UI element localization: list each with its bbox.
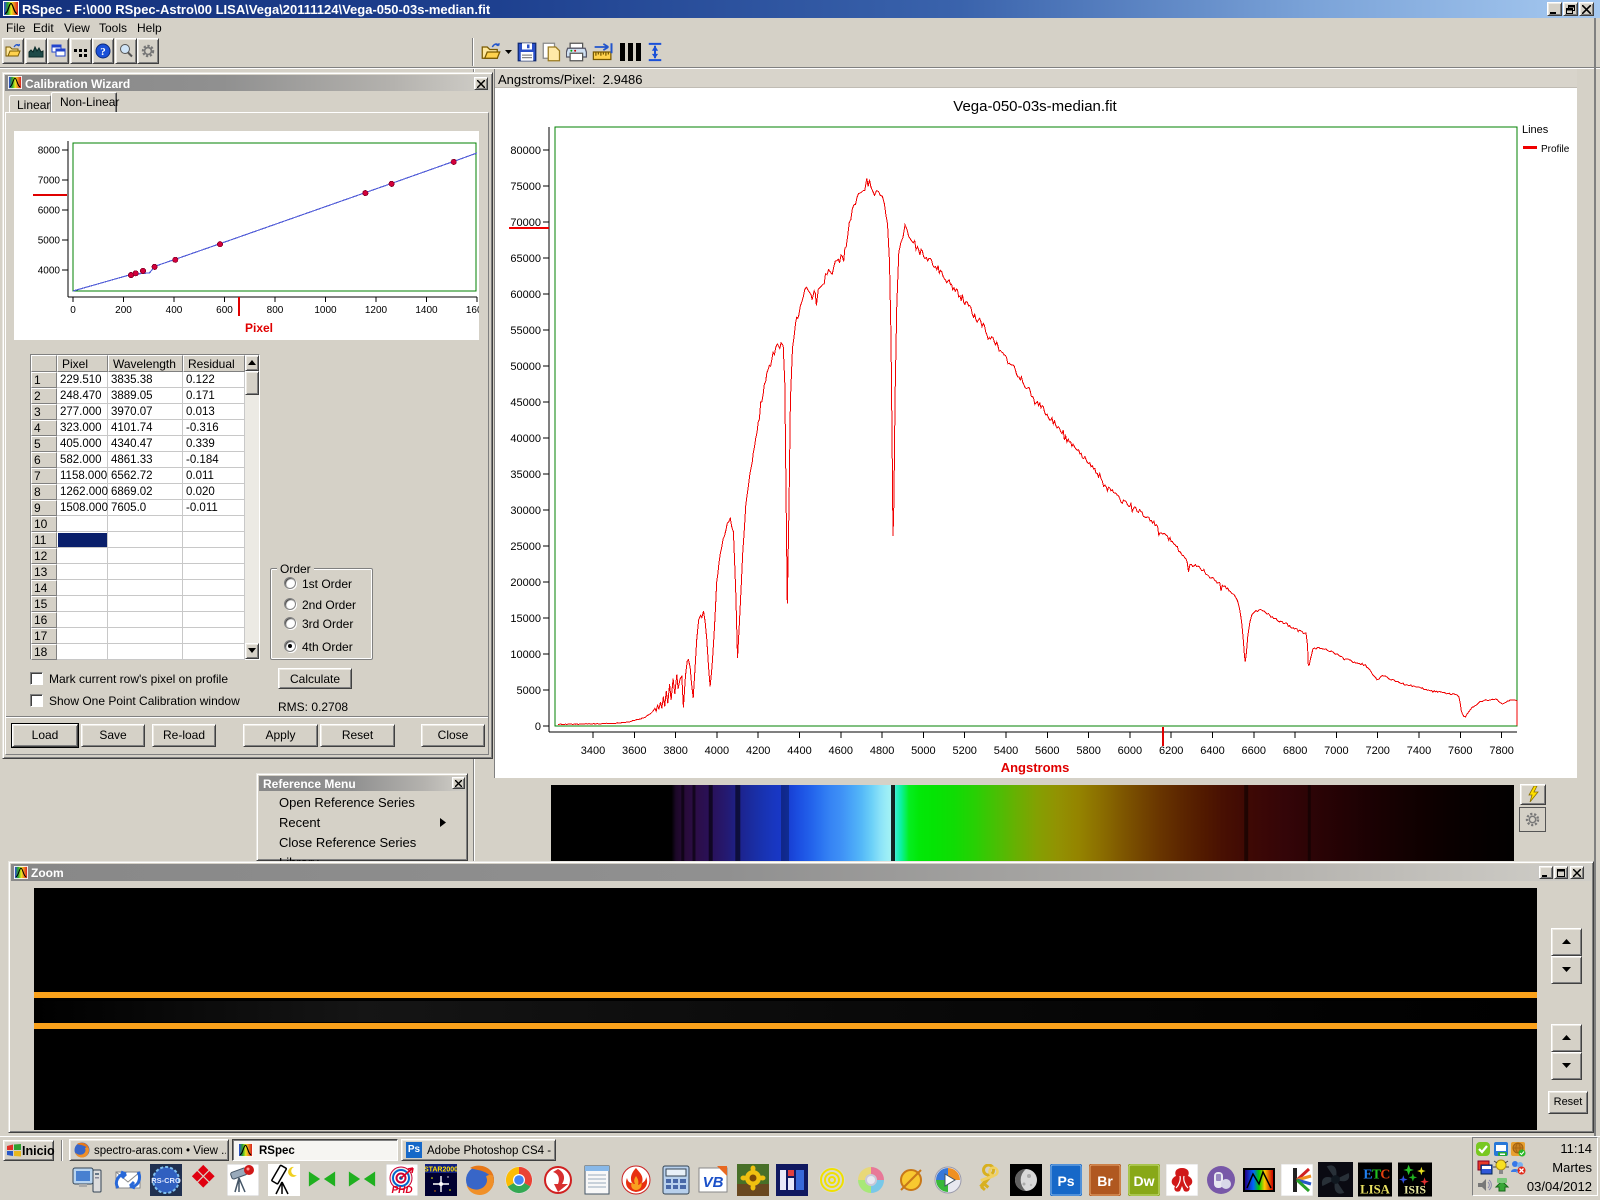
svg-text:1000: 1000 (314, 305, 337, 316)
svg-text:?: ? (100, 46, 106, 58)
svg-text:1600: 1600 (466, 305, 479, 316)
svg-text:Vega-050-03s-median.fit: Vega-050-03s-median.fit (953, 98, 1117, 115)
svg-text:5000: 5000 (38, 236, 61, 247)
svg-text:600: 600 (216, 305, 233, 316)
svg-text:Pixel: Pixel (245, 321, 273, 335)
svg-text:4600: 4600 (829, 745, 853, 757)
svg-text:45000: 45000 (510, 397, 541, 409)
svg-text:3400: 3400 (581, 745, 605, 757)
svg-text:4400: 4400 (787, 745, 811, 757)
svg-text:50000: 50000 (510, 361, 541, 373)
svg-text:Ps: Ps (1057, 1173, 1074, 1189)
svg-text:20000: 20000 (510, 577, 541, 589)
svg-text:4800: 4800 (870, 745, 894, 757)
svg-text:VB: VB (703, 1174, 724, 1191)
svg-text:Br: Br (1097, 1173, 1113, 1189)
svg-text:4000: 4000 (38, 266, 61, 277)
svg-text:4000: 4000 (705, 745, 729, 757)
svg-text:5000: 5000 (911, 745, 935, 757)
svg-text:Lines: Lines (1522, 124, 1549, 136)
svg-text:7800: 7800 (1489, 745, 1513, 757)
svg-text:7000: 7000 (38, 176, 61, 187)
svg-text:80000: 80000 (510, 145, 541, 157)
svg-text:55000: 55000 (510, 325, 541, 337)
svg-text:60000: 60000 (510, 289, 541, 301)
svg-text:6000: 6000 (1118, 745, 1142, 757)
svg-text:1200: 1200 (365, 305, 388, 316)
svg-text:6800: 6800 (1283, 745, 1307, 757)
svg-text:LISA: LISA (1360, 1182, 1391, 1196)
svg-text:6200: 6200 (1159, 745, 1183, 757)
svg-text:ISIS: ISIS (1404, 1183, 1426, 1196)
svg-text:5200: 5200 (952, 745, 976, 757)
svg-text:5600: 5600 (1035, 745, 1059, 757)
svg-text:Angstroms: Angstroms (1001, 760, 1070, 775)
svg-text:8000: 8000 (38, 146, 61, 157)
svg-text:7400: 7400 (1407, 745, 1431, 757)
svg-text:200: 200 (115, 305, 132, 316)
svg-text:6000: 6000 (38, 206, 61, 217)
svg-text:0: 0 (70, 305, 76, 316)
svg-text:400: 400 (166, 305, 183, 316)
svg-text:RS-CRO: RS-CRO (151, 1176, 181, 1185)
svg-text:PHD: PHD (391, 1185, 412, 1196)
svg-text:3600: 3600 (622, 745, 646, 757)
svg-text:6400: 6400 (1200, 745, 1224, 757)
svg-text:10000: 10000 (510, 649, 541, 661)
svg-text:15000: 15000 (510, 613, 541, 625)
svg-text:0: 0 (535, 721, 541, 733)
svg-text:3800: 3800 (663, 745, 687, 757)
svg-text:40000: 40000 (510, 433, 541, 445)
svg-text:6600: 6600 (1242, 745, 1266, 757)
svg-text:Dw: Dw (1134, 1173, 1155, 1189)
svg-text:65000: 65000 (510, 253, 541, 265)
svg-text:Profile: Profile (1541, 144, 1570, 155)
svg-text:800: 800 (267, 305, 284, 316)
svg-text:4200: 4200 (746, 745, 770, 757)
svg-text:5800: 5800 (1076, 745, 1100, 757)
svg-text:7000: 7000 (1324, 745, 1348, 757)
svg-text:30000: 30000 (510, 505, 541, 517)
svg-text:7200: 7200 (1365, 745, 1389, 757)
svg-text:1400: 1400 (415, 305, 438, 316)
svg-text:25000: 25000 (510, 541, 541, 553)
svg-text:5400: 5400 (994, 745, 1018, 757)
svg-text:C: C (1380, 1166, 1390, 1181)
svg-text:5000: 5000 (517, 685, 541, 697)
svg-text:35000: 35000 (510, 469, 541, 481)
svg-text:7600: 7600 (1448, 745, 1472, 757)
svg-text:75000: 75000 (510, 181, 541, 193)
svg-text:STAR2000: STAR2000 (425, 1167, 457, 1174)
